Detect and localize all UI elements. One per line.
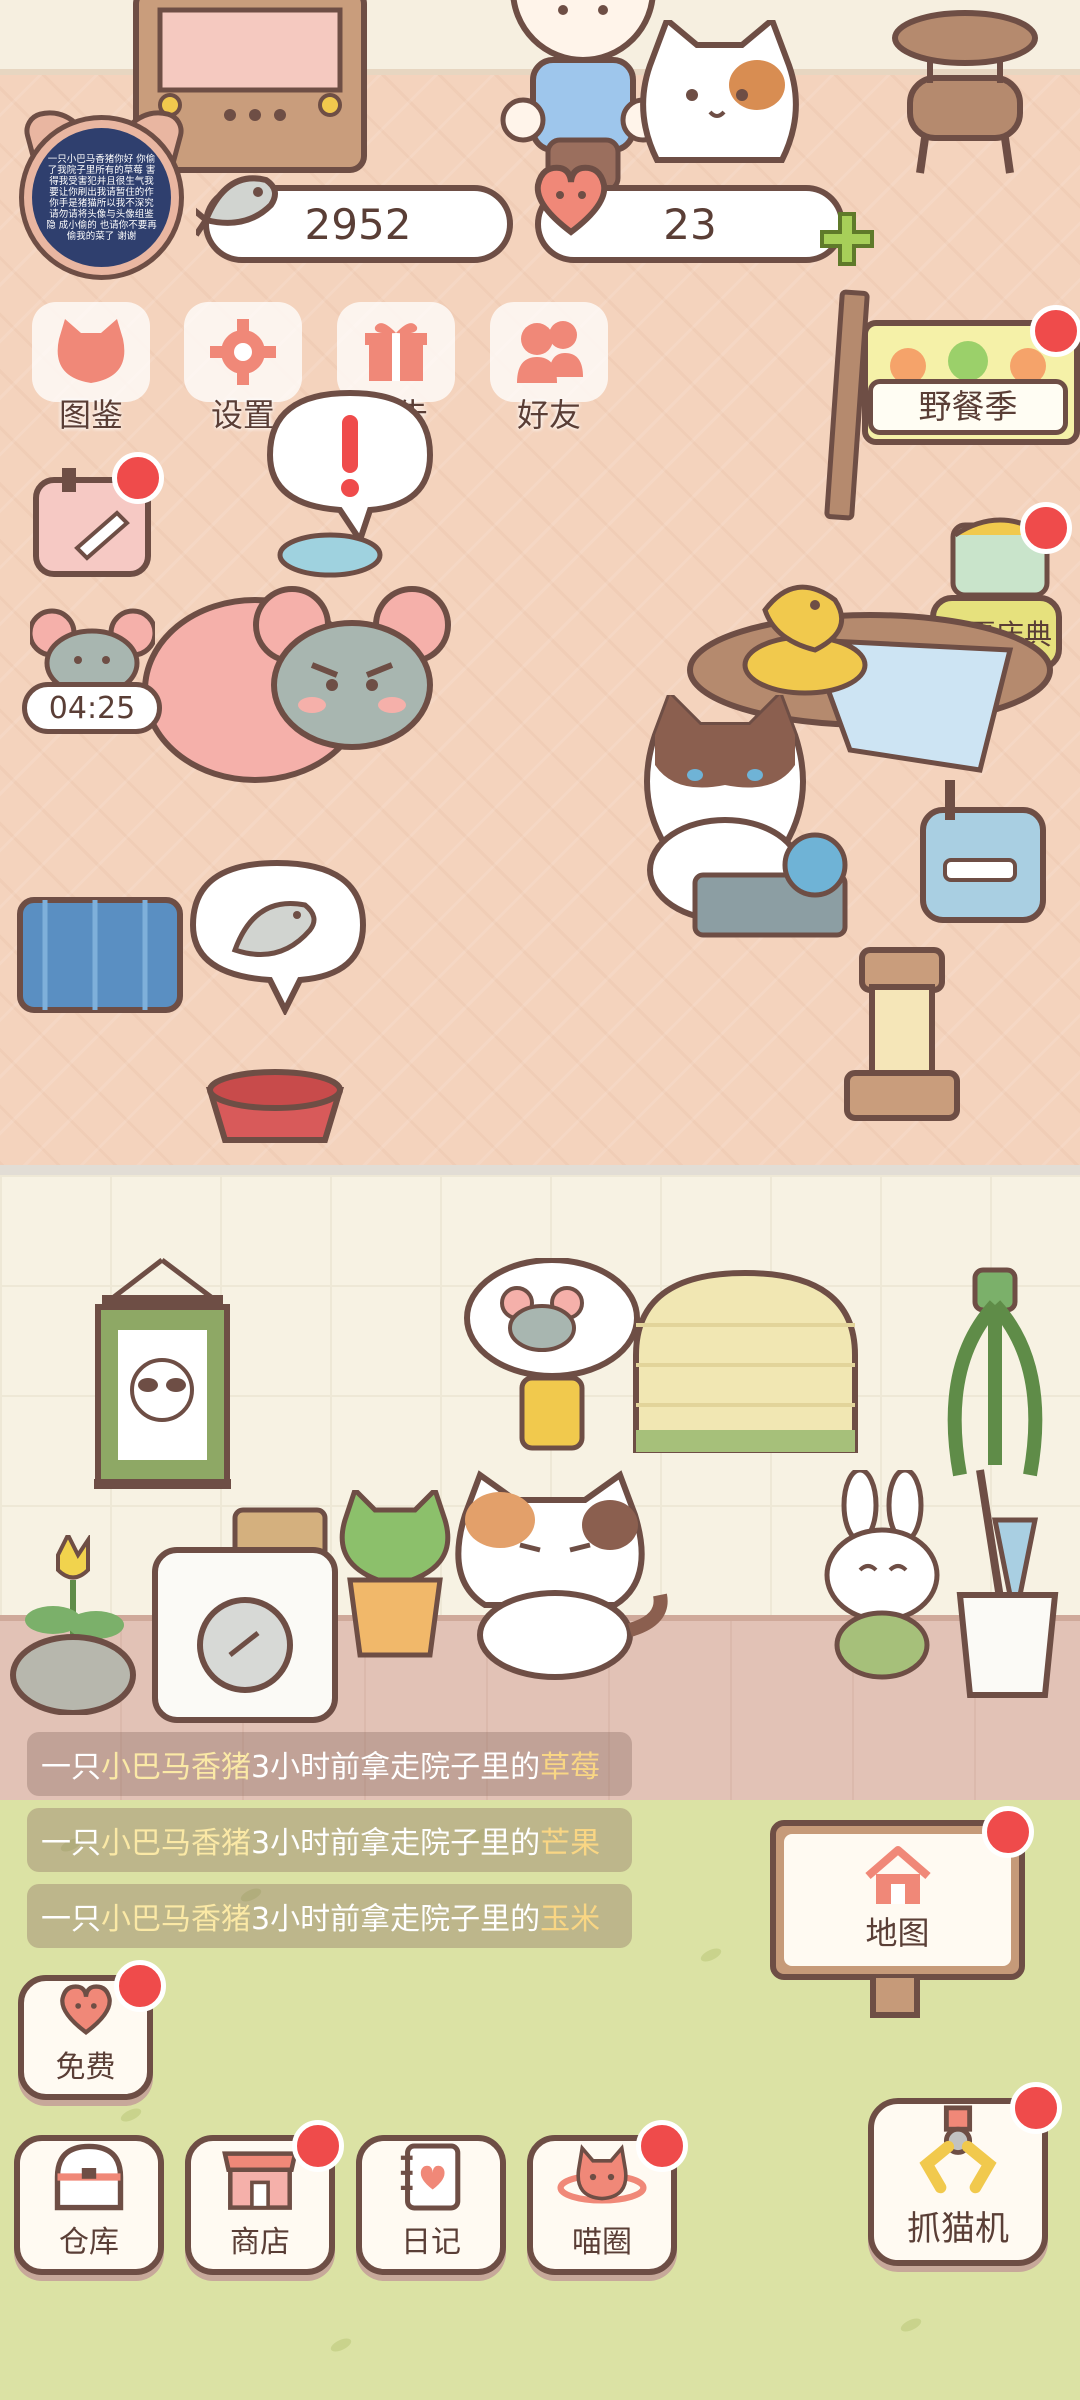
map-notification-dot xyxy=(982,1806,1034,1858)
house-icon xyxy=(864,1846,931,1904)
grumpy-mouse-character[interactable] xyxy=(252,585,452,760)
meow-circle-label: 喵圈 xyxy=(572,2225,632,2260)
add-hearts-plus-icon[interactable] xyxy=(818,210,876,268)
calico-cat-lower[interactable] xyxy=(445,1470,675,1680)
claw-icon xyxy=(919,2105,997,2194)
diary-icon xyxy=(400,2143,461,2211)
claw-machine-notification-dot xyxy=(1010,2082,1062,2134)
free-label: 免费 xyxy=(55,2050,116,2085)
heart-count: 23 xyxy=(663,199,717,249)
free-notification-dot xyxy=(114,1960,166,2012)
white-rabbit[interactable] xyxy=(820,1467,945,1680)
room-divider xyxy=(0,1165,1080,1175)
golden-dragon-figure[interactable] xyxy=(735,570,875,700)
yellow-tulip-pot[interactable] xyxy=(8,1530,138,1716)
menu-collection-button[interactable]: 图鉴 xyxy=(32,302,150,436)
player-avatar[interactable]: 一只小巴马香猪你好 你偷了我院子里所有的草莓 害得我受害犯并且很生气我要让你刷出… xyxy=(19,101,189,275)
festival-notification-dot xyxy=(1020,502,1072,554)
diary-button[interactable]: 日记 xyxy=(356,2135,506,2275)
activity-message: 一只 小巴马香猪 3小时前拿走院子里的 草莓 xyxy=(27,1732,632,1796)
shop-label: 商店 xyxy=(230,2225,290,2260)
shop-icon xyxy=(222,2151,298,2210)
menu-collection-label: 图鉴 xyxy=(58,396,123,434)
map-label: 地图 xyxy=(865,1914,930,1952)
picnic-notification-dot xyxy=(1030,305,1080,357)
menu-friends-label: 好友 xyxy=(516,396,581,434)
avatar-caption: 一只小巴马香猪你好 你偷了我院子里所有的草莓 害得我受害犯并且很生气我要让你刷出… xyxy=(46,154,157,242)
diary-label: 日记 xyxy=(401,2225,461,2260)
warehouse-button[interactable]: 仓库 xyxy=(14,2135,164,2275)
mouse-thought-bubble-lamp[interactable] xyxy=(462,1257,642,1458)
green-cat-plant[interactable] xyxy=(330,1485,460,1660)
warehouse-icon xyxy=(54,2143,124,2211)
claw-machine-label: 抓猫机 xyxy=(907,2209,1009,2249)
fish-request-bubble[interactable] xyxy=(185,855,370,1017)
shop-notification-dot xyxy=(292,2120,344,2172)
panda-scroll-painting[interactable] xyxy=(90,1255,235,1490)
washing-machine[interactable] xyxy=(150,1505,340,1725)
fan-base xyxy=(275,520,385,580)
cat-face-icon xyxy=(32,302,150,402)
friends-icon xyxy=(490,302,608,402)
fish-icon xyxy=(196,175,278,237)
blue-tote-bag[interactable] xyxy=(15,890,185,1020)
picnic-season-label: 野餐季 xyxy=(868,379,1068,435)
arched-window[interactable] xyxy=(628,1265,863,1455)
activity-message: 一只 小巴马香猪 3小时前拿走院子里的 芒果 xyxy=(27,1808,632,1872)
heart-icon xyxy=(59,1984,112,2035)
menu-friends-button[interactable]: 好友 xyxy=(490,302,608,436)
fish-count: 2952 xyxy=(304,199,412,249)
map-button[interactable]: 地图 xyxy=(770,1820,1025,2018)
heart-icon xyxy=(534,164,608,236)
meow-circle-notification-dot xyxy=(636,2120,688,2172)
brown-white-cat-cooking[interactable] xyxy=(585,689,885,945)
map-sign-post xyxy=(870,1978,920,2018)
notepad-notification-dot xyxy=(112,452,164,504)
blue-radio[interactable] xyxy=(915,780,1050,925)
avatar-image[interactable]: 一只小巴马香猪你好 你偷了我院子里所有的草莓 害得我受害犯并且很生气我要让你刷出… xyxy=(24,120,179,275)
cat-scratching-post[interactable] xyxy=(842,945,962,1125)
cat-food-bowl[interactable] xyxy=(205,1060,345,1145)
activity-message: 一只 小巴马香猪 3小时前拿走院子里的 玉米 xyxy=(27,1884,632,1948)
calico-cat-top[interactable] xyxy=(632,14,807,175)
wooden-chair[interactable] xyxy=(890,8,1040,178)
warehouse-label: 仓库 xyxy=(59,2225,119,2260)
umbrella-stand[interactable] xyxy=(950,1460,1065,1705)
countdown-timer: 04:25 xyxy=(22,682,162,734)
hanging-plant[interactable] xyxy=(920,1265,1070,1485)
